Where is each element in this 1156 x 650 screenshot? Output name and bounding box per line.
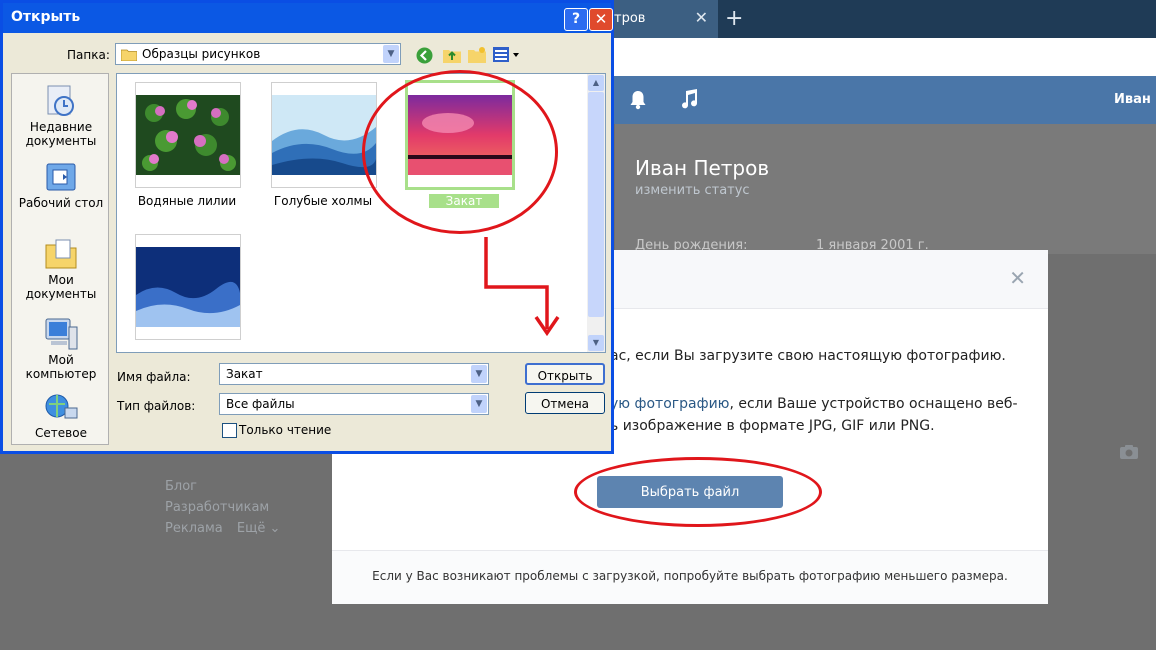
dialog-title: Открыть bbox=[11, 9, 81, 25]
footer-link-blog[interactable]: Блог bbox=[165, 479, 197, 494]
file-thumbnail[interactable] bbox=[271, 82, 377, 188]
music-icon[interactable] bbox=[680, 88, 698, 110]
footer-link-more[interactable]: Ещё ⌄ bbox=[237, 521, 280, 536]
profile-name: Иван Петров bbox=[635, 156, 770, 180]
blue-hills-image bbox=[272, 95, 376, 175]
modal-footer-text: Если у Вас возникают проблемы с загрузко… bbox=[372, 569, 1008, 583]
new-folder-icon[interactable] bbox=[468, 46, 486, 63]
winter-image bbox=[136, 247, 240, 327]
place-my-documents-label: Мои документы bbox=[25, 273, 97, 301]
place-recent-label: Недавние документы bbox=[25, 120, 97, 148]
place-recent-documents[interactable]: Недавние документы bbox=[12, 84, 110, 148]
place-my-computer-label: Мой компьютер bbox=[25, 353, 97, 381]
open-button[interactable]: Открыть bbox=[525, 363, 605, 385]
network-icon bbox=[45, 394, 78, 419]
place-my-computer[interactable]: Мой компьютер bbox=[12, 317, 110, 381]
folder-label: Папка: bbox=[67, 48, 110, 62]
footer-links: Блог Разработчикам Реклама Ещё ⌄ bbox=[165, 476, 325, 539]
place-my-documents[interactable]: Мои документы bbox=[12, 237, 110, 301]
modal-footer: Если у Вас возникают проблемы с загрузко… bbox=[332, 550, 1048, 604]
place-network-label: Сетевое bbox=[35, 426, 87, 440]
place-desktop[interactable]: Рабочий стол bbox=[12, 162, 110, 210]
desktop-icon bbox=[46, 163, 76, 191]
place-network[interactable]: Сетевое bbox=[12, 392, 110, 440]
dialog-title-bar[interactable]: Открыть ? ✕ bbox=[3, 3, 613, 33]
folder-value: Образцы рисунков bbox=[142, 47, 261, 61]
water-lilies-image bbox=[136, 95, 240, 175]
highlight-circle-choose-button bbox=[574, 457, 822, 527]
filename-label: Имя файла: bbox=[117, 370, 191, 384]
help-button[interactable]: ? bbox=[564, 8, 588, 31]
profile-status-link[interactable]: изменить статус bbox=[635, 183, 750, 198]
camera-icon[interactable] bbox=[1119, 444, 1139, 460]
filetype-select[interactable]: Все файлы ▼ bbox=[219, 393, 489, 415]
file-list-scrollbar[interactable]: ▲ ▼ bbox=[587, 74, 605, 352]
modal-text-line3: ь изображение в формате JPG, GIF или PNG… bbox=[610, 418, 935, 434]
chevron-down-icon[interactable]: ▼ bbox=[383, 45, 399, 63]
webcam-photo-link[interactable]: ую фотографию bbox=[610, 396, 729, 412]
filename-input[interactable]: Закат ▼ bbox=[219, 363, 489, 385]
folder-icon bbox=[121, 49, 137, 61]
scroll-up-icon[interactable]: ▲ bbox=[588, 75, 604, 91]
dialog-close-button[interactable]: ✕ bbox=[589, 8, 613, 31]
file-name[interactable]: Голубые холмы bbox=[258, 194, 388, 208]
footer-link-developers[interactable]: Разработчикам bbox=[165, 500, 269, 515]
places-bar: Недавние документы Рабочий стол Мои доку… bbox=[11, 73, 109, 445]
filetype-label: Тип файлов: bbox=[117, 399, 196, 413]
place-desktop-label: Рабочий стол bbox=[18, 196, 104, 210]
bell-icon[interactable] bbox=[628, 89, 648, 111]
header-user-name[interactable]: Иван bbox=[1114, 92, 1151, 107]
back-icon[interactable] bbox=[416, 47, 433, 64]
modal-text-line2: ую фотографию, если Ваше устройство осна… bbox=[610, 396, 1018, 412]
filetype-value: Все файлы bbox=[226, 397, 295, 411]
highlight-circle-selected-file bbox=[362, 70, 558, 234]
new-tab-button[interactable]: + bbox=[725, 6, 743, 31]
file-thumbnail[interactable] bbox=[135, 82, 241, 188]
scroll-down-icon[interactable]: ▼ bbox=[588, 335, 604, 351]
up-folder-icon[interactable] bbox=[443, 46, 461, 63]
file-name[interactable]: Водяные лилии bbox=[122, 194, 252, 208]
folder-select[interactable]: Образцы рисунков ▼ bbox=[115, 43, 401, 65]
modal-text-line1: ас, если Вы загрузите свою настоящую фот… bbox=[610, 348, 1006, 364]
chevron-down-icon[interactable]: ▼ bbox=[471, 365, 487, 383]
annotation-arrow bbox=[484, 237, 560, 337]
modal-text-line2-rest: , если Ваше устройство оснащено веб- bbox=[729, 396, 1018, 412]
scroll-thumb[interactable] bbox=[588, 92, 604, 317]
cancel-button[interactable]: Отмена bbox=[525, 392, 605, 414]
views-menu-icon[interactable] bbox=[493, 47, 521, 63]
modal-close-icon[interactable]: ✕ bbox=[1009, 266, 1026, 290]
my-computer-icon bbox=[45, 318, 78, 350]
chevron-down-icon[interactable]: ▼ bbox=[471, 395, 487, 413]
readonly-label: Только чтение bbox=[239, 423, 332, 437]
open-file-dialog: Открыть ? ✕ Папка: Образцы рисунков ▼ Не… bbox=[0, 0, 614, 454]
recent-documents-icon bbox=[47, 85, 74, 116]
readonly-checkbox[interactable] bbox=[222, 423, 237, 438]
filename-value: Закат bbox=[226, 367, 263, 381]
modal-text-line3-rest: изображение в формате JPG, GIF или PNG. bbox=[622, 418, 935, 434]
footer-link-ads[interactable]: Реклама bbox=[165, 521, 223, 536]
file-thumbnail[interactable] bbox=[135, 234, 241, 340]
my-documents-icon bbox=[45, 239, 77, 269]
tab-close-icon[interactable]: ✕ bbox=[695, 8, 708, 27]
